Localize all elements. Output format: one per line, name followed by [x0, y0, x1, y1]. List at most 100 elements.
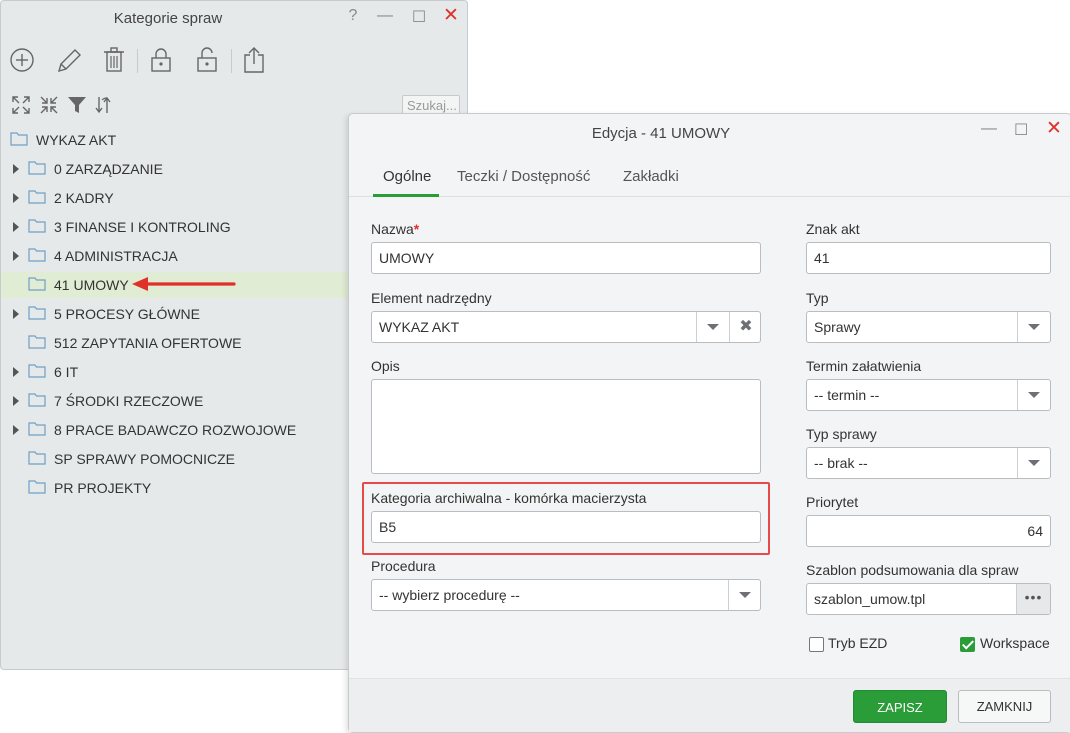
folder-icon [28, 421, 46, 436]
pencil-icon[interactable] [55, 45, 83, 75]
tree-item-label: WYKAZ AKT [36, 132, 117, 148]
titlebar: Kategorie spraw ? — ☐ ✕ [1, 1, 467, 35]
folder-icon [28, 334, 46, 349]
szablon-label: Szablon podsumowania dla spraw [806, 562, 1019, 578]
tree-item[interactable]: 6 IT [1, 359, 351, 385]
tab-zakladki[interactable]: Zakładki [623, 168, 679, 185]
edit-dialog: Edycja - 41 UMOWY — ☐ ✕ Ogólne Teczki / … [348, 113, 1070, 733]
save-button[interactable]: ZAPISZ [853, 690, 947, 723]
element-nadrzedny-value: WYKAZ AKT [379, 319, 460, 335]
tree-item[interactable]: 512 ZAPYTANIA OFERTOWE [1, 330, 351, 356]
required-mark: * [413, 221, 420, 237]
priorytet-input[interactable]: 64 [806, 515, 1051, 547]
refresh-icon[interactable] [93, 95, 113, 115]
termin-select[interactable]: -- termin -- [806, 379, 1051, 411]
help-icon[interactable]: ? [343, 7, 363, 25]
tree-item-label: 6 IT [54, 364, 79, 380]
tree-item[interactable]: 7 ŚRODKI RZECZOWE [1, 388, 351, 414]
minimize-icon[interactable]: — [981, 120, 997, 138]
tree-item[interactable]: 8 PRACE BADAWCZO ROZWOJOWE [1, 417, 351, 443]
tree-item[interactable]: PR PROJEKTY [1, 475, 351, 501]
procedura-value: -- wybierz procedurę -- [379, 587, 520, 603]
expand-arrow-icon[interactable] [13, 425, 19, 435]
znak-akt-label: Znak akt [806, 221, 860, 237]
tree-item[interactable]: 2 KADRY [1, 185, 351, 211]
close-icon[interactable]: ✕ [441, 4, 461, 27]
chevron-down-icon[interactable] [1017, 312, 1050, 342]
tree-item-label: 8 PRACE BADAWCZO ROZWOJOWE [54, 422, 297, 438]
window-title: Kategorie spraw [113, 10, 223, 27]
typ-sprawy-label: Typ sprawy [806, 426, 877, 442]
folder-icon [28, 218, 46, 233]
add-circle-icon[interactable] [9, 45, 37, 75]
expand-arrow-icon[interactable] [13, 164, 19, 174]
tree-item-label: PR PROJEKTY [54, 480, 152, 496]
procedura-select[interactable]: -- wybierz procedurę -- [371, 579, 761, 611]
procedura-label: Procedura [371, 558, 436, 574]
tryb-ezd-label: Tryb EZD [828, 635, 888, 651]
opis-label: Opis [371, 358, 400, 374]
znak-akt-input[interactable]: 41 [806, 242, 1051, 274]
expand-arrow-icon[interactable] [13, 193, 19, 203]
unlock-icon[interactable] [194, 45, 222, 75]
lock-icon[interactable] [148, 45, 176, 75]
collapse-all-icon[interactable] [39, 95, 59, 115]
chevron-down-icon[interactable] [696, 312, 729, 342]
close-button[interactable]: ZAMKNIJ [958, 690, 1051, 723]
annotation-arrow [132, 277, 236, 291]
element-nadrzedny-select[interactable]: WYKAZ AKT ✖ [371, 311, 761, 343]
filter-icon[interactable] [67, 95, 87, 115]
nazwa-input[interactable]: UMOWY [371, 242, 761, 274]
folder-icon [28, 247, 46, 262]
close-icon[interactable]: ✕ [1046, 117, 1062, 140]
tree-item-label: 0 ZARZĄDZANIE [54, 161, 163, 177]
folder-icon [10, 131, 28, 146]
minimize-icon[interactable]: — [375, 7, 395, 25]
expand-arrow-icon[interactable] [13, 309, 19, 319]
tab-ogolne[interactable]: Ogólne [383, 168, 431, 185]
folder-icon [28, 160, 46, 175]
active-tab-indicator [373, 194, 439, 197]
element-nadrzedny-label: Element nadrzędny [371, 290, 492, 306]
toolbar-separator [137, 49, 138, 73]
tree-item[interactable]: 4 ADMINISTRACJA [1, 243, 351, 269]
folder-icon [28, 479, 46, 494]
folder-icon [28, 363, 46, 378]
maximize-icon[interactable]: ☐ [1014, 120, 1028, 140]
expand-arrow-icon[interactable] [13, 222, 19, 232]
tree-item[interactable]: SP SPRAWY POMOCNICZE [1, 446, 351, 472]
more-button[interactable]: ••• [1016, 584, 1050, 614]
export-icon[interactable] [241, 45, 269, 75]
chevron-down-icon[interactable] [1017, 448, 1050, 478]
workspace-checkbox[interactable] [960, 637, 975, 652]
toolbar-separator [231, 49, 232, 73]
expand-all-icon[interactable] [11, 95, 31, 115]
annotation-highlight-box [362, 482, 770, 555]
expand-arrow-icon[interactable] [13, 396, 19, 406]
expand-arrow-icon[interactable] [13, 367, 19, 377]
typ-select[interactable]: Sprawy [806, 311, 1051, 343]
tree-item[interactable]: 5 PROCESY GŁÓWNE [1, 301, 351, 327]
tree-item-label: 2 KADRY [54, 190, 114, 206]
clear-icon[interactable]: ✖ [729, 312, 760, 342]
maximize-icon[interactable]: ☐ [409, 7, 429, 27]
typ-sprawy-select[interactable]: -- brak -- [806, 447, 1051, 479]
szablon-input[interactable]: szablon_umow.tpl ••• [806, 583, 1051, 615]
tree-item[interactable]: 0 ZARZĄDZANIE [1, 156, 351, 182]
expand-arrow-icon[interactable] [13, 251, 19, 261]
chevron-down-icon[interactable] [1017, 380, 1050, 410]
workspace-label: Workspace [980, 635, 1050, 651]
dialog-title: Edycja - 41 UMOWY [591, 125, 731, 142]
priorytet-label: Priorytet [806, 494, 859, 510]
tab-bar: Ogólne Teczki / Dostępność Zakładki [349, 156, 1070, 197]
folder-icon [28, 189, 46, 204]
tab-teczki-dostepnosc[interactable]: Teczki / Dostępność [457, 168, 590, 185]
tryb-ezd-checkbox[interactable] [809, 637, 824, 652]
opis-textarea[interactable] [371, 379, 761, 474]
tree-item-label: 7 ŚRODKI RZECZOWE [54, 393, 204, 409]
chevron-down-icon[interactable] [728, 580, 760, 610]
trash-icon[interactable] [101, 45, 129, 75]
tree-root[interactable]: WYKAZ AKT [1, 127, 351, 153]
termin-label: Termin załatwienia [806, 358, 922, 374]
tree-item[interactable]: 3 FINANSE I KONTROLING [1, 214, 351, 240]
